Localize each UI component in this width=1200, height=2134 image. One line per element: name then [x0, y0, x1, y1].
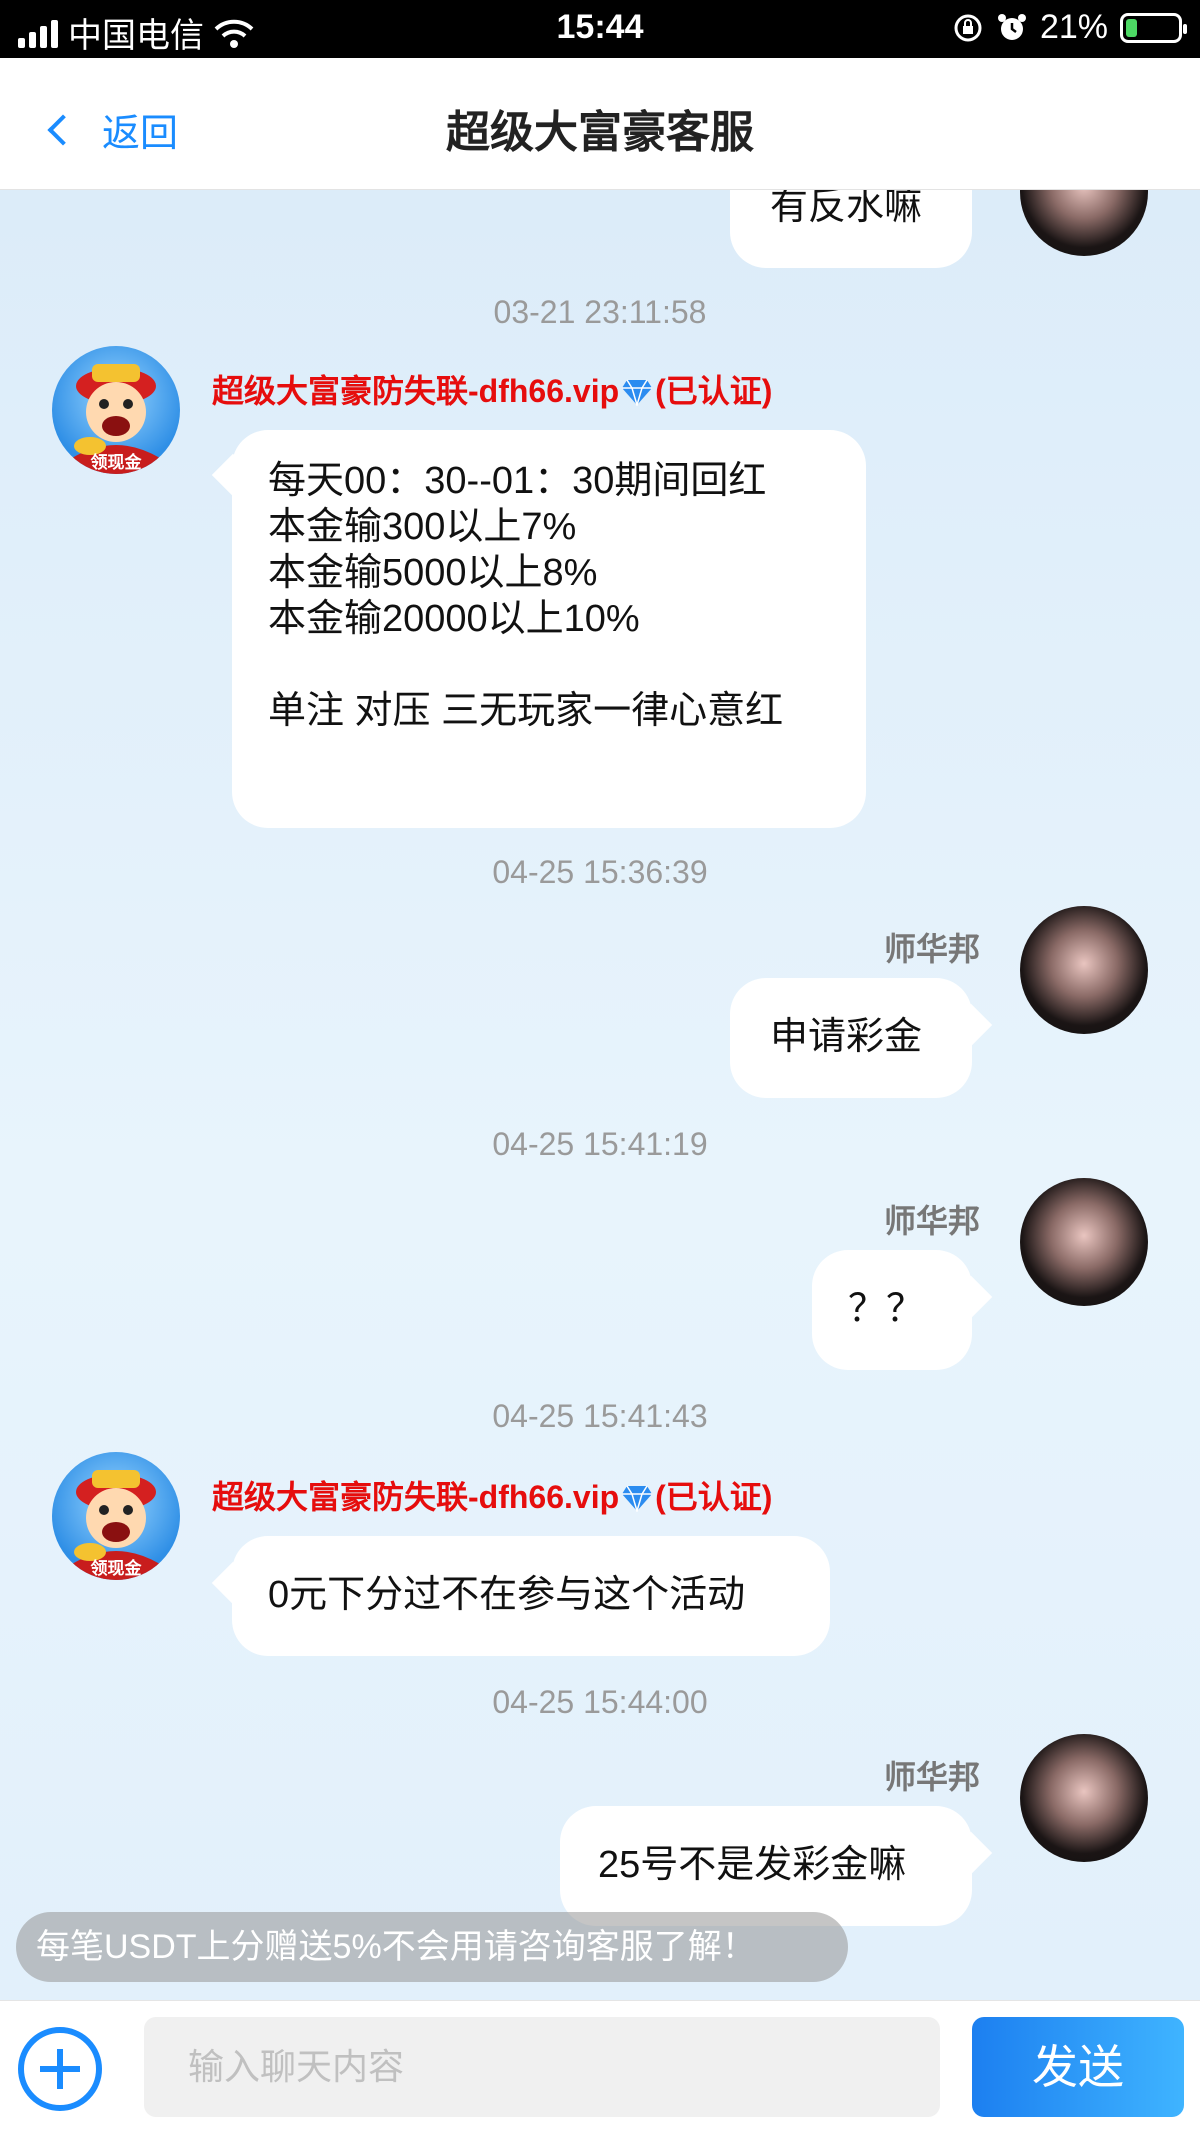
orientation-lock-icon	[954, 14, 982, 41]
bot-sender-name: 超级大富豪防失联-dfh66.vip (已认证)	[212, 366, 772, 412]
chat-area[interactable]: 有反水嘛 03-21 23:11:58 领现金 超级大富豪防失联-dfh66.v…	[0, 190, 1200, 2000]
svg-text:领现金: 领现金	[91, 452, 143, 473]
timestamp: 04-25 15:41:43	[492, 1398, 708, 1434]
message-text: 申请彩金	[770, 1016, 923, 1058]
message-line: 单注 对压 三无玩家一律心意红	[268, 690, 784, 732]
user-sender-name: 师华邦	[884, 931, 981, 967]
message-bubble: 申请彩金	[730, 978, 993, 1098]
timestamp: 04-25 15:41:19	[492, 1126, 708, 1162]
user-avatar[interactable]	[1020, 906, 1148, 1034]
message-line	[268, 642, 866, 688]
message-bubble: 25号不是发彩金嘛	[560, 1806, 993, 1926]
verified-label: (已认证)	[655, 1479, 773, 1515]
message-bubble: 有反水嘛	[730, 190, 972, 268]
user-sender-name: 师华邦	[884, 1203, 981, 1239]
message-bubble: 每天00：30--01：30期间回红 本金输300以上7% 本金输5000以上8…	[211, 430, 866, 828]
sender-name: 超级大富豪防失联-dfh66.vip	[212, 1479, 620, 1515]
diamond-verified-icon	[622, 379, 653, 406]
message-line: 每天00：30--01：30期间回红	[268, 460, 767, 502]
status-bar: 中国电信 15:44 21%	[0, 0, 1200, 58]
svg-text:领现金: 领现金	[91, 1558, 143, 1579]
message-line: 本金输20000以上10%	[268, 598, 640, 640]
message-line: 本金输5000以上8%	[268, 552, 598, 594]
bot-avatar[interactable]: 领现金	[52, 346, 180, 474]
user-avatar[interactable]	[1020, 1734, 1148, 1862]
user-avatar[interactable]	[1020, 1178, 1148, 1306]
message-input[interactable]	[144, 2017, 940, 2117]
nav-header: 返回 超级大富豪客服	[0, 58, 1200, 190]
send-button[interactable]: 发送	[972, 2017, 1184, 2117]
verified-label: (已认证)	[655, 373, 773, 409]
promo-notice[interactable]: 每笔USDT上分赠送5%不会用请咨询客服了解！	[16, 1912, 848, 1982]
user-avatar[interactable]	[1020, 190, 1148, 256]
message-text: 有反水嘛	[770, 190, 923, 228]
message-bubble: 0元下分过不在参与这个活动	[211, 1536, 830, 1656]
page-title: 超级大富豪客服	[446, 108, 754, 157]
fortune-god-icon: 领现金	[72, 1470, 160, 1580]
message-text: 25号不是发彩金嘛	[598, 1844, 907, 1886]
battery-percent: 21%	[1039, 8, 1108, 46]
message-text: ？？	[848, 1288, 925, 1330]
user-sender-name: 师华邦	[884, 1759, 981, 1795]
fortune-god-icon: 领现金	[72, 364, 160, 474]
timestamp: 03-21 23:11:58	[493, 294, 707, 330]
timestamp: 04-25 15:44:00	[492, 1684, 708, 1720]
plus-icon[interactable]	[18, 2027, 102, 2111]
message-text: 0元下分过不在参与这个活动	[268, 1574, 746, 1616]
bot-sender-name: 超级大富豪防失联-dfh66.vip (已认证)	[212, 1472, 772, 1518]
input-bar: 发送	[0, 2000, 1200, 2134]
bot-avatar[interactable]: 领现金	[52, 1452, 180, 1580]
battery-icon	[1120, 12, 1187, 43]
alarm-icon	[997, 13, 1026, 40]
message-bubble: ？？	[812, 1250, 993, 1370]
sender-name: 超级大富豪防失联-dfh66.vip	[212, 373, 620, 409]
status-right: 21%	[952, 8, 1187, 47]
diamond-verified-icon	[622, 1485, 653, 1512]
message-line: 本金输300以上7%	[268, 506, 577, 548]
timestamp: 04-25 15:36:39	[492, 854, 708, 890]
